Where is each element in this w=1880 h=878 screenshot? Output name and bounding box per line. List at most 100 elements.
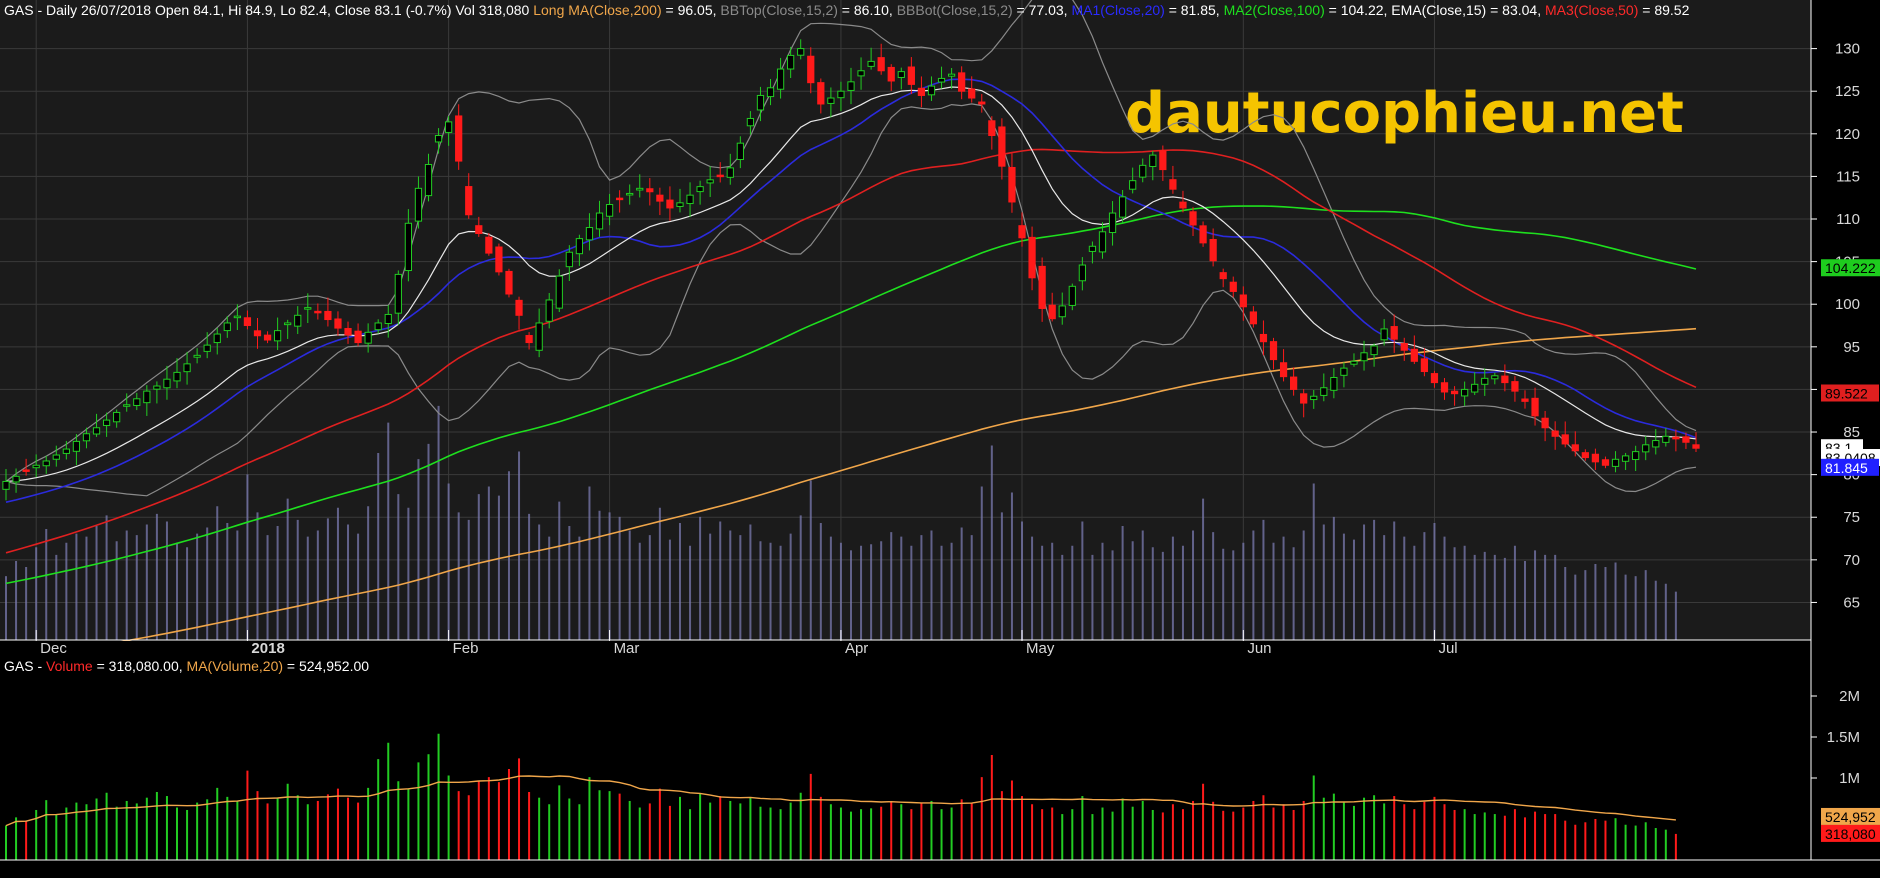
candle-body [213,333,221,344]
candle-body [1209,238,1217,262]
candle-body [1420,358,1429,373]
candle-body [1400,343,1408,351]
candle-body [1350,360,1358,365]
candle-body [1048,304,1056,320]
candle-body [1410,348,1418,362]
candle-body [1159,150,1167,171]
candle-body [253,330,262,337]
axis-tag-label: 81.845 [1825,460,1868,476]
candle-body [1581,452,1589,459]
candle-body [585,227,594,241]
candle-body [1290,376,1298,390]
candle-body [1269,341,1278,361]
candle-body [1471,383,1479,393]
candle-body [82,433,91,442]
candle-body [364,331,372,344]
candle-body [284,322,292,326]
candle-body [1541,417,1549,429]
candle-body [1300,393,1308,404]
candle-body [897,71,905,78]
month-label: 2018 [251,640,284,657]
candle-body [1229,281,1237,292]
candle-body [1199,225,1207,244]
candle-body [1461,388,1469,397]
candle-body [1621,455,1630,462]
candle-body [414,187,423,222]
candle-body [153,385,161,390]
candle-body [203,344,211,352]
volume-tick-label: 1.5M [1827,729,1860,746]
candle-body [42,460,50,467]
candle-body [324,310,332,321]
candle-body [394,273,402,314]
candle-body [1340,367,1348,376]
candle-body [1008,166,1016,203]
candle-body [776,68,785,90]
candle-body [877,57,885,72]
legend-segment: GAS - [4,658,46,674]
candle-body [1149,154,1157,167]
volume-tick-label: 2M [1839,688,1860,705]
candle-body [1551,430,1559,437]
price-tick-label: 100 [1835,296,1860,313]
price-tick-label: 70 [1843,552,1860,569]
month-label: Feb [453,640,479,657]
candle-body [535,322,543,351]
candle-body [505,270,513,295]
price-tick-label: 75 [1843,509,1860,526]
price-tick-label: 85 [1843,424,1860,441]
candle-body [726,167,734,178]
candle-body [756,94,765,111]
candle-body [2,480,10,490]
candle-body [837,90,845,99]
candle-body [1219,272,1227,280]
candle-body [1380,328,1388,341]
candle-body [595,212,604,230]
candle-body [1279,362,1288,378]
candle-body [193,354,201,358]
candle-body [545,299,553,322]
candle-body [988,120,996,137]
candle-body [616,197,624,201]
candle-body [716,174,724,178]
candle-body [787,54,795,70]
candle-body [1028,236,1036,279]
candle-body [686,194,694,205]
candle-body [102,419,111,426]
candle-body [72,440,81,452]
candle-body [1652,440,1660,448]
candle-body [1108,212,1117,234]
month-label: May [1026,640,1055,657]
candle-body [374,322,382,331]
candle-body [1038,265,1046,309]
candle-body [113,411,121,423]
candle-body [676,202,684,207]
candle-body [233,315,241,319]
legend-segment: Volume [46,658,93,674]
candle-body [445,121,453,133]
candle-body [424,163,433,197]
candle-body [1642,444,1650,453]
candle-body [223,322,231,332]
candle-body [947,73,956,77]
candle-body [555,275,563,309]
candle-body [917,87,926,96]
candle-body [163,378,171,389]
candle-body [1118,196,1127,218]
stock-chart: dautucophieu.net 65707580859095100105110… [0,0,1880,878]
candle-body [294,314,302,327]
candle-body [475,225,483,234]
price-tick-label: 130 [1835,41,1860,58]
legend-segment: = 318,080.00, [93,658,187,674]
price-tick-label: 65 [1843,594,1860,611]
candle-body [495,246,503,273]
candle-body [1189,211,1197,226]
candle-body [32,464,40,469]
legend-segment: MA2(Close,100) [1224,2,1325,18]
candle-body [1169,179,1177,190]
candle-body [998,126,1006,167]
month-label: Apr [845,640,868,657]
axis-tag-label: 89.522 [1825,385,1868,401]
candle-body [485,236,493,254]
candle-body [123,404,131,407]
